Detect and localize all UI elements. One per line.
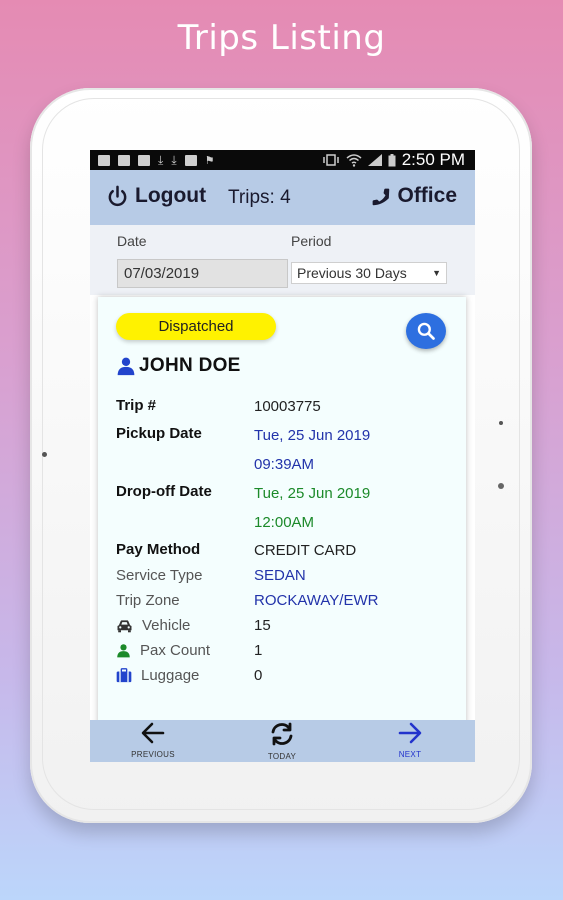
signal-icon	[367, 154, 382, 166]
previous-label: PREVIOUS	[131, 750, 175, 759]
today-label: TODAY	[267, 752, 297, 761]
status-bar: ⤓ ⤓ ⚑ 2:50 PM	[90, 150, 475, 170]
status-badge: Dispatched	[116, 313, 276, 340]
office-label: Office	[397, 184, 457, 207]
download-icon: ⤓	[158, 152, 164, 167]
date-field[interactable]: 07/03/2019	[117, 259, 288, 288]
vibrate-icon	[322, 154, 339, 166]
power-icon	[108, 185, 127, 206]
pay-method-value: CREDIT CARD	[254, 542, 357, 559]
service-type-value: SEDAN	[254, 567, 306, 584]
download-icon: ⤓	[171, 152, 177, 167]
notification-icons: ⤓ ⤓ ⚑	[98, 153, 215, 168]
date-label: Date	[117, 233, 147, 249]
arrow-right-icon	[398, 722, 422, 744]
trips-count: Trips: 4	[228, 187, 291, 208]
tablet-button	[498, 483, 504, 489]
system-icons: 2:50 PM	[322, 150, 465, 170]
trip-search-button[interactable]	[406, 313, 446, 349]
tablet-camera	[42, 452, 47, 457]
person-icon	[117, 357, 135, 376]
car-icon	[117, 619, 132, 632]
trip-card[interactable]: Dispatched JOHN DOE Trip # 10003775 Pick…	[98, 297, 466, 737]
logout-label: Logout	[135, 184, 207, 207]
bottom-navigation: PREVIOUS TODAY NEXT	[90, 720, 475, 762]
image-icon	[118, 154, 130, 166]
luggage-label-group: Luggage	[116, 667, 199, 684]
next-label: NEXT	[398, 750, 422, 759]
pax-label-group: Pax Count	[116, 642, 210, 659]
logout-button[interactable]: Logout	[106, 184, 206, 208]
pickup-label: Pickup Date	[116, 425, 202, 442]
caret-down-icon: ▼	[432, 268, 441, 278]
photo-icon	[138, 154, 150, 166]
pickup-time: 09:39AM	[254, 456, 315, 473]
trip-zone-value: ROCKAWAY/EWR	[254, 592, 379, 609]
service-type-label: Service Type	[116, 567, 203, 584]
previous-button[interactable]: PREVIOUS	[118, 722, 188, 759]
vehicle-label: Vehicle	[142, 617, 191, 634]
vehicle-label-group: Vehicle	[116, 617, 190, 634]
filter-bar: Date Period 07/03/2019 Previous 30 Days …	[90, 225, 475, 295]
trip-number-label: Trip #	[116, 397, 157, 414]
pickup-date: Tue, 25 Jun 2019	[254, 427, 371, 444]
promo-title: Trips Listing	[177, 18, 386, 58]
refresh-icon	[271, 722, 293, 746]
document-icon	[184, 154, 197, 166]
period-label: Period	[291, 233, 332, 249]
suitcase-icon	[116, 668, 132, 683]
wifi-icon	[346, 153, 362, 167]
dropoff-time: 12:00AM	[254, 514, 315, 531]
pay-method-label: Pay Method	[116, 541, 201, 558]
app-header: Logout Trips: 4 Office	[90, 170, 475, 225]
dropoff-label: Drop-off Date	[116, 483, 212, 500]
next-button[interactable]: NEXT	[375, 722, 445, 759]
tablet-sensor	[499, 421, 503, 425]
passenger-row: JOHN DOE	[116, 355, 241, 377]
pax-count-value: 1	[254, 642, 263, 659]
vehicle-value: 15	[254, 617, 271, 634]
flag-icon: ⚑	[204, 154, 215, 167]
office-call-button[interactable]: Office	[370, 184, 457, 208]
passenger-name: JOHN DOE	[139, 355, 241, 376]
phone-icon	[373, 188, 390, 205]
arrow-left-icon	[141, 722, 165, 744]
dropoff-date: Tue, 25 Jun 2019	[254, 485, 371, 502]
notification-icon	[98, 154, 110, 166]
search-icon	[417, 322, 435, 340]
period-selected-value: Previous 30 Days	[297, 265, 407, 281]
battery-icon	[388, 153, 396, 166]
app-screen: ⤓ ⤓ ⚑ 2:50 PM Logout Trips: 4 Office Dat…	[90, 150, 475, 762]
clock: 2:50 PM	[401, 150, 465, 169]
person-icon	[117, 644, 130, 658]
luggage-label: Luggage	[141, 667, 200, 684]
period-dropdown[interactable]: Previous 30 Days ▼	[291, 262, 447, 284]
trip-number-value: 10003775	[254, 398, 321, 415]
trip-zone-label: Trip Zone	[116, 592, 180, 609]
luggage-value: 0	[254, 667, 263, 684]
today-button[interactable]: TODAY	[247, 722, 317, 761]
pax-count-label: Pax Count	[140, 642, 211, 659]
